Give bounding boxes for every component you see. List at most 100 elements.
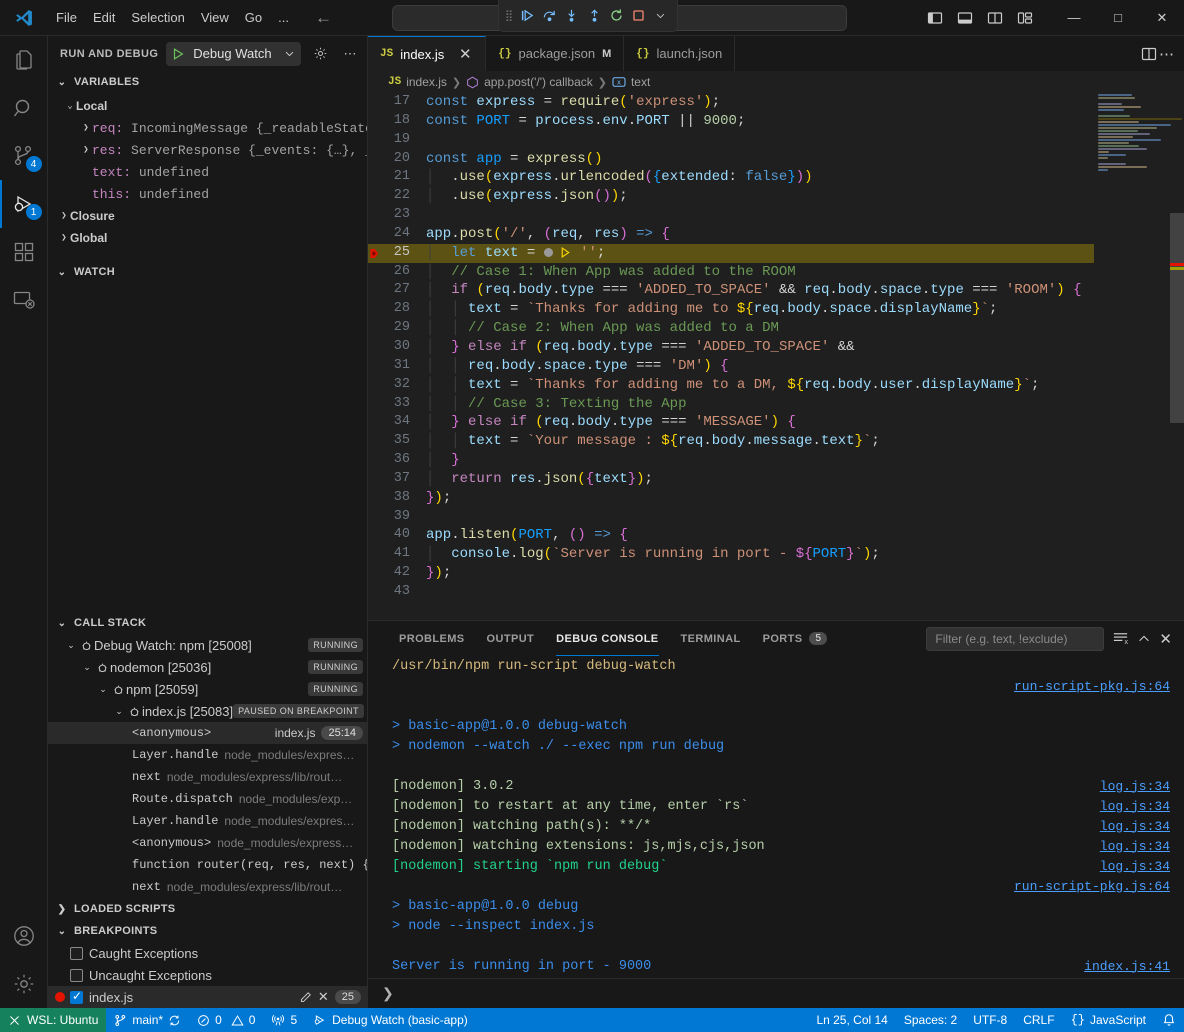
- editor-vertical-scrollbar[interactable]: [1170, 93, 1184, 620]
- maximize-panel-chevron-up-icon[interactable]: [1137, 632, 1151, 646]
- watch-expressions-list[interactable]: [48, 283, 367, 612]
- code-line[interactable]: 43: [368, 583, 1094, 602]
- tab-problems[interactable]: PROBLEMS: [388, 621, 476, 656]
- debug-console-output[interactable]: /usr/bin/npm run-script debug-watchrun-s…: [368, 656, 1184, 978]
- checkbox[interactable]: [70, 991, 83, 1004]
- code-line[interactable]: 27│ if (req.body.type === 'ADDED_TO_SPAC…: [368, 281, 1094, 300]
- code-line[interactable]: 24app.post('/', (req, res) => {: [368, 225, 1094, 244]
- status-encoding[interactable]: UTF-8: [965, 1008, 1015, 1032]
- menu-selection[interactable]: Selection: [123, 6, 192, 29]
- code-line[interactable]: 37│ return res.json({text});: [368, 470, 1094, 489]
- status-cursor-position[interactable]: Ln 25, Col 14: [808, 1008, 895, 1032]
- open-launch-json-gear-icon[interactable]: [309, 43, 331, 65]
- code-line[interactable]: 19: [368, 131, 1094, 150]
- callstack-session-nodemon[interactable]: ⌄ nodemon [25036] RUNNING: [48, 656, 367, 678]
- debug-step-out-button[interactable]: [584, 4, 604, 28]
- breadcrumb-file[interactable]: index.js: [406, 75, 447, 89]
- tab-ports[interactable]: PORTS 5: [752, 621, 839, 656]
- breakpoint-uncaught-exceptions[interactable]: Uncaught Exceptions: [48, 964, 367, 986]
- status-git-branch[interactable]: main*: [106, 1008, 189, 1032]
- console-source-link[interactable]: log.js:34: [1100, 799, 1170, 814]
- customize-layout-icon[interactable]: [1012, 5, 1038, 31]
- console-source-link[interactable]: log.js:34: [1100, 839, 1170, 854]
- breakpoint-indexjs[interactable]: index.js ✕ 25: [48, 986, 367, 1008]
- editor-more-actions-icon[interactable]: ⋯: [1159, 45, 1174, 63]
- code-line[interactable]: 34│ } else if (req.body.type === 'MESSAG…: [368, 413, 1094, 432]
- menu-edit[interactable]: Edit: [85, 6, 123, 29]
- status-eol[interactable]: CRLF: [1015, 1008, 1062, 1032]
- code-line[interactable]: 26│ // Case 1: When App was added to the…: [368, 263, 1094, 282]
- menu-bar[interactable]: File Edit Selection View Go ...: [48, 6, 297, 29]
- split-editor-icon[interactable]: [1141, 46, 1157, 62]
- tab-package-json[interactable]: {} package.json M: [486, 36, 624, 71]
- remove-breakpoint-close-icon[interactable]: ✕: [318, 989, 329, 1005]
- section-header-breakpoints[interactable]: ⌄ BREAKPOINTS: [48, 920, 367, 942]
- callstack-frame[interactable]: <anonymous> index.js 25:14: [48, 722, 367, 744]
- console-source-link[interactable]: log.js:34: [1100, 859, 1170, 874]
- activitybar-item-remote-explorer[interactable]: [0, 276, 48, 324]
- code-line[interactable]: 18const PORT = process.env.PORT || 9000;: [368, 112, 1094, 131]
- checkbox[interactable]: [70, 969, 83, 982]
- console-source-link[interactable]: run-script-pkg.js:64: [1014, 879, 1170, 894]
- variables-scope-global[interactable]: ❯ Global: [48, 227, 367, 249]
- status-debug-session[interactable]: Debug Watch (basic-app): [305, 1008, 476, 1032]
- variables-scope-closure[interactable]: ❯ Closure: [48, 205, 367, 227]
- debug-console-input[interactable]: ❯: [368, 978, 1184, 1008]
- sidebar-more-actions-icon[interactable]: ⋯: [339, 43, 361, 65]
- callstack-frame[interactable]: next node_modules/express/lib/rout…: [48, 876, 367, 898]
- code-line[interactable]: 36│ }: [368, 451, 1094, 470]
- activitybar-item-run-and-debug[interactable]: 1: [0, 180, 48, 228]
- variable-row-res[interactable]: ❯ res: ServerResponse {_events: {…}, _ev…: [48, 139, 367, 161]
- variable-row-this[interactable]: this: undefined: [48, 183, 367, 205]
- code-line[interactable]: 32│ │ text = `Thanks for adding me to a …: [368, 376, 1094, 395]
- code-line-current[interactable]: 25│ let text = '';: [368, 244, 1094, 263]
- checkbox[interactable]: [70, 947, 83, 960]
- status-remote-wsl[interactable]: WSL: Ubuntu: [0, 1008, 106, 1032]
- launch-configuration-dropdown[interactable]: Debug Watch: [166, 42, 301, 66]
- sync-icon[interactable]: [168, 1014, 181, 1027]
- status-notifications[interactable]: [1154, 1008, 1184, 1032]
- edit-pencil-icon[interactable]: [299, 991, 312, 1004]
- console-source-link[interactable]: log.js:34: [1100, 779, 1170, 794]
- code-line[interactable]: 33│ │ // Case 3: Texting the App: [368, 395, 1094, 414]
- back-arrow-icon[interactable]: ←: [315, 8, 332, 28]
- console-filter-input[interactable]: Filter (e.g. text, !exclude): [926, 627, 1104, 651]
- callstack-session-npm[interactable]: ⌄ npm [25059] RUNNING: [48, 678, 367, 700]
- toggle-panel-icon[interactable]: [952, 5, 978, 31]
- code-line[interactable]: 23: [368, 206, 1094, 225]
- close-panel-icon[interactable]: ✕: [1159, 630, 1172, 648]
- callstack-frame[interactable]: next node_modules/express/lib/rout…: [48, 766, 367, 788]
- menu-file[interactable]: File: [48, 6, 85, 29]
- code-editor[interactable]: 17const express = require('express');18c…: [368, 93, 1184, 620]
- debug-step-over-button[interactable]: [539, 4, 559, 28]
- code-line[interactable]: 22│ .use(express.json());: [368, 187, 1094, 206]
- debug-toolbar[interactable]: ⣿: [498, 0, 678, 32]
- menu-view[interactable]: View: [193, 6, 237, 29]
- chevron-down-icon[interactable]: [284, 48, 295, 59]
- toggle-primary-sidebar-icon[interactable]: [922, 5, 948, 31]
- drag-handle-icon[interactable]: ⣿: [505, 9, 515, 22]
- debug-stop-button[interactable]: [628, 4, 648, 28]
- code-line[interactable]: 17const express = require('express');: [368, 93, 1094, 112]
- code-line[interactable]: 35│ │ text = `Your message : ${req.body.…: [368, 432, 1094, 451]
- menu-more[interactable]: ...: [270, 6, 297, 29]
- debug-restart-button[interactable]: [606, 4, 626, 28]
- variable-row-text[interactable]: text: undefined: [48, 161, 367, 183]
- scrollbar-thumb[interactable]: [1170, 213, 1184, 423]
- code-line[interactable]: 31│ │ req.body.space.type === 'DM') {: [368, 357, 1094, 376]
- chevron-right-icon[interactable]: ❯: [80, 123, 92, 133]
- callstack-frame[interactable]: Layer.handle node_modules/expres…: [48, 810, 367, 832]
- console-source-link[interactable]: run-script-pkg.js:64: [1014, 679, 1170, 694]
- window-minimize-button[interactable]: —: [1052, 0, 1096, 35]
- code-line[interactable]: 38});: [368, 489, 1094, 508]
- code-line[interactable]: 42});: [368, 564, 1094, 583]
- callstack-frame[interactable]: Layer.handle node_modules/expres…: [48, 744, 367, 766]
- debug-more-chevron-down-icon[interactable]: [651, 4, 671, 28]
- code-line[interactable]: 39: [368, 508, 1094, 527]
- status-problems[interactable]: 0 0: [189, 1008, 263, 1032]
- debug-continue-button[interactable]: [517, 4, 537, 28]
- activitybar-item-extensions[interactable]: [0, 228, 48, 276]
- activitybar-item-search[interactable]: [0, 84, 48, 132]
- status-indentation[interactable]: Spaces: 2: [896, 1008, 965, 1032]
- tab-debug-console[interactable]: DEBUG CONSOLE: [545, 621, 669, 656]
